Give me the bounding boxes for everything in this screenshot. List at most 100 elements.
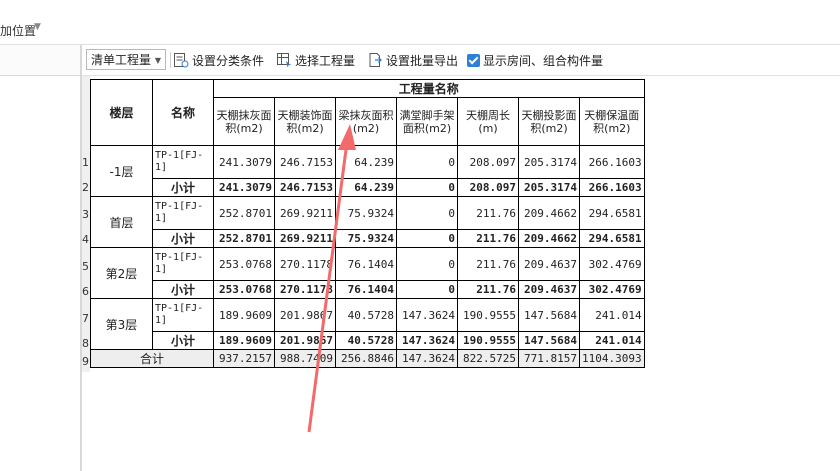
subtotal-cell[interactable]: 241.014 xyxy=(579,331,645,350)
value-cell[interactable]: 253.0768 xyxy=(213,247,275,281)
select-quantity-button[interactable]: 选择工程量 xyxy=(276,51,355,69)
value-cell[interactable]: 64.239 xyxy=(335,145,397,179)
show-rooms-label: 显示房间、组合构件量 xyxy=(483,53,604,68)
chevron-down-icon[interactable]: ▼ xyxy=(34,22,41,32)
subtotal-cell[interactable]: 189.9609 xyxy=(213,331,275,350)
subtotal-label[interactable]: 小计 xyxy=(152,229,214,248)
subtotal-cell[interactable]: 205.3174 xyxy=(518,178,580,197)
value-cell[interactable]: 209.4662 xyxy=(518,196,580,230)
floor-cell[interactable]: 首层 xyxy=(90,196,153,248)
total-cell[interactable]: 937.2157 xyxy=(213,349,275,368)
item-name-cell[interactable]: TP-1[FJ-1] xyxy=(152,247,214,281)
subtotal-cell[interactable]: 0 xyxy=(396,229,458,248)
batch-export-label: 设置批量导出 xyxy=(386,53,459,68)
column-header[interactable]: 天棚投影面积(m2) xyxy=(518,97,580,146)
value-cell[interactable]: 147.5684 xyxy=(518,298,580,332)
total-label[interactable]: 合计 xyxy=(90,349,214,368)
column-header[interactable]: 天棚保温面积(m2) xyxy=(579,97,645,146)
batch-export-icon xyxy=(369,53,382,67)
subtotal-cell[interactable]: 211.76 xyxy=(457,229,519,248)
subtotal-cell[interactable]: 266.1603 xyxy=(579,178,645,197)
subtotal-cell[interactable]: 75.9324 xyxy=(335,229,397,248)
floor-cell[interactable]: 第2层 xyxy=(90,247,153,299)
subtotal-cell[interactable]: 294.6581 xyxy=(579,229,645,248)
batch-export-button[interactable]: 设置批量导出 xyxy=(367,51,458,69)
subtotal-cell[interactable]: 270.1178 xyxy=(274,280,336,299)
subtotal-row: 小计 241.3079 246.7153 64.239 0 208.097 20… xyxy=(91,178,645,197)
value-cell[interactable]: 189.9609 xyxy=(213,298,275,332)
value-cell[interactable]: 252.8701 xyxy=(213,196,275,230)
value-cell[interactable]: 302.4769 xyxy=(579,247,645,281)
value-cell[interactable]: 270.1178 xyxy=(274,247,336,281)
column-header[interactable]: 梁抹灰面积(m2) xyxy=(335,97,397,146)
value-cell[interactable]: 205.3174 xyxy=(518,145,580,179)
subtotal-cell[interactable]: 302.4769 xyxy=(579,280,645,299)
show-rooms-checkbox[interactable]: 显示房间、组合构件量 xyxy=(467,51,603,69)
value-cell[interactable]: 241.014 xyxy=(579,298,645,332)
value-cell[interactable]: 246.7153 xyxy=(274,145,336,179)
value-cell[interactable]: 147.3624 xyxy=(396,298,458,332)
column-header[interactable]: 天棚抹灰面积(m2) xyxy=(213,97,275,146)
total-cell[interactable]: 988.7409 xyxy=(274,349,336,368)
value-cell[interactable]: 76.1404 xyxy=(335,247,397,281)
subtotal-cell[interactable]: 147.5684 xyxy=(518,331,580,350)
subtotal-cell[interactable]: 208.097 xyxy=(457,178,519,197)
subtotal-cell[interactable]: 201.9867 xyxy=(274,331,336,350)
subtotal-cell[interactable]: 241.3079 xyxy=(213,178,275,197)
name-column-header[interactable]: 名称 xyxy=(152,79,214,146)
subtotal-cell[interactable]: 0 xyxy=(396,280,458,299)
total-cell[interactable]: 147.3624 xyxy=(396,349,458,368)
subtotal-label[interactable]: 小计 xyxy=(152,280,214,299)
location-label[interactable]: 加位置 xyxy=(0,22,36,39)
floor-column-header[interactable]: 楼层 xyxy=(90,79,153,146)
subtotal-cell[interactable]: 246.7153 xyxy=(274,178,336,197)
total-cell[interactable]: 256.8846 xyxy=(335,349,397,368)
subtotal-cell[interactable]: 253.0768 xyxy=(213,280,275,299)
subtotal-cell[interactable]: 211.76 xyxy=(457,280,519,299)
item-name-cell[interactable]: TP-1[FJ-1] xyxy=(152,196,214,230)
subtotal-cell[interactable]: 209.4662 xyxy=(518,229,580,248)
item-name-cell[interactable]: TP-1[FJ-1] xyxy=(152,145,214,179)
value-cell[interactable]: 294.6581 xyxy=(579,196,645,230)
subtotal-cell[interactable]: 0 xyxy=(396,178,458,197)
floor-cell[interactable]: -1层 xyxy=(90,145,153,197)
item-name-cell[interactable]: TP-1[FJ-1] xyxy=(152,298,214,332)
subtotal-cell[interactable]: 269.9211 xyxy=(274,229,336,248)
subtotal-cell[interactable]: 64.239 xyxy=(335,178,397,197)
value-cell[interactable]: 0 xyxy=(396,145,458,179)
table-row: 第3层 TP-1[FJ-1] 189.9609 201.9867 40.5728… xyxy=(90,298,645,350)
classify-conditions-button[interactable]: 设置分类条件 xyxy=(173,51,264,69)
total-cell[interactable]: 771.8157 xyxy=(518,349,580,368)
subtotal-cell[interactable]: 76.1404 xyxy=(335,280,397,299)
subtotal-cell[interactable]: 147.3624 xyxy=(396,331,458,350)
value-cell[interactable]: 209.4637 xyxy=(518,247,580,281)
subtotal-label[interactable]: 小计 xyxy=(152,331,214,350)
value-cell[interactable]: 211.76 xyxy=(457,196,519,230)
subtotal-cell[interactable]: 40.5728 xyxy=(335,331,397,350)
value-cell[interactable]: 201.9867 xyxy=(274,298,336,332)
total-row: 合计 937.2157 988.7409 256.8846 147.3624 8… xyxy=(90,349,645,368)
value-cell[interactable]: 0 xyxy=(396,247,458,281)
floor-cell[interactable]: 第3层 xyxy=(90,298,153,350)
column-header[interactable]: 天棚装饰面积(m2) xyxy=(274,97,336,146)
value-cell[interactable]: 269.9211 xyxy=(274,196,336,230)
column-header[interactable]: 满堂脚手架面积(m2) xyxy=(396,97,458,146)
value-cell[interactable]: 0 xyxy=(396,196,458,230)
subtotal-cell[interactable]: 190.9555 xyxy=(457,331,519,350)
value-cell[interactable]: 266.1603 xyxy=(579,145,645,179)
select-quantity-label: 选择工程量 xyxy=(295,53,356,68)
value-cell[interactable]: 241.3079 xyxy=(213,145,275,179)
value-cell[interactable]: 190.9555 xyxy=(457,298,519,332)
column-header[interactable]: 天棚周长(m) xyxy=(457,97,519,146)
quantity-type-select[interactable]: 清单工程量 ▼ xyxy=(86,49,166,70)
value-cell[interactable]: 211.76 xyxy=(457,247,519,281)
value-cell[interactable]: 40.5728 xyxy=(335,298,397,332)
checkbox-checked-icon xyxy=(467,53,480,67)
subtotal-cell[interactable]: 209.4637 xyxy=(518,280,580,299)
subtotal-label[interactable]: 小计 xyxy=(152,178,214,197)
value-cell[interactable]: 75.9324 xyxy=(335,196,397,230)
subtotal-cell[interactable]: 252.8701 xyxy=(213,229,275,248)
value-cell[interactable]: 208.097 xyxy=(457,145,519,179)
total-cell[interactable]: 822.5725 xyxy=(457,349,519,368)
total-cell[interactable]: 1104.3093 xyxy=(579,349,645,368)
